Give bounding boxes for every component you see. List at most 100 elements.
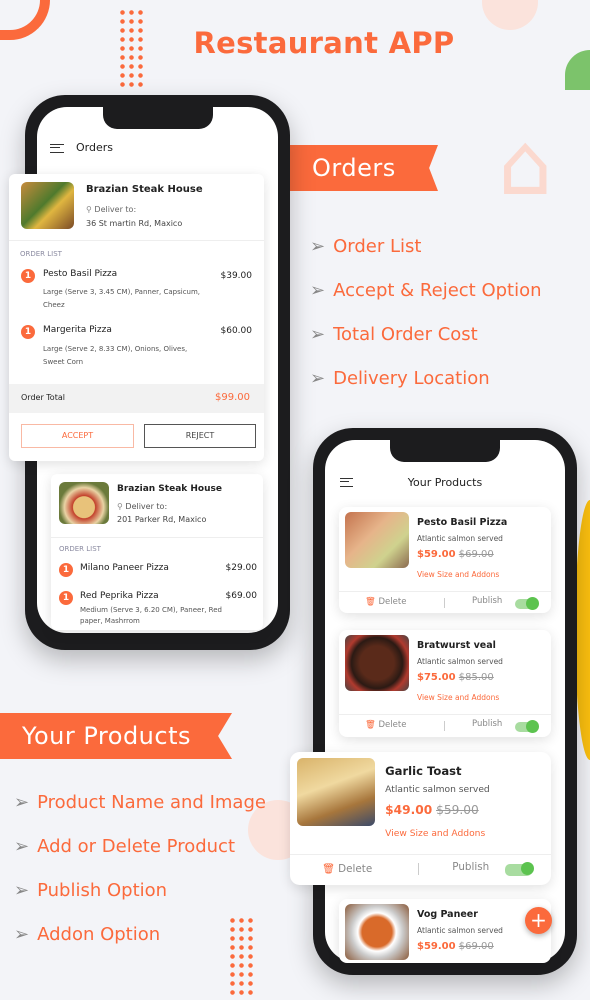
item-name: Milano Paneer Pizza bbox=[80, 563, 169, 573]
product-description: Atlantic salmon served bbox=[417, 534, 503, 543]
item-name: Pesto Basil Pizza bbox=[43, 269, 118, 279]
delivery-address: 201 Parker Rd, Maxico bbox=[117, 515, 207, 524]
product-old-price: $69.00 bbox=[458, 941, 494, 952]
product-name: Garlic Toast bbox=[385, 764, 462, 779]
product-description: Atlantic salmon served bbox=[385, 784, 490, 795]
delete-button[interactable]: 🗑 Delete bbox=[322, 862, 373, 875]
food-image bbox=[59, 482, 109, 524]
arrow-icon: ➢ bbox=[14, 835, 30, 857]
decor-yellow-semicircle bbox=[575, 500, 590, 760]
product-card[interactable]: Bratwurst veal Atlantic salmon served $7… bbox=[339, 630, 551, 737]
publish-label: Publish bbox=[472, 719, 503, 729]
price-row: $49.00 $59.00 bbox=[385, 803, 479, 817]
item-description: Large (Serve 3, 3.45 CM), Panner, Capsic… bbox=[43, 288, 201, 309]
order-total-row: Order Total $99.00 bbox=[9, 384, 264, 413]
order-total-value: $99.00 bbox=[215, 392, 250, 403]
plus-icon: + bbox=[530, 908, 547, 932]
publish-label: Publish bbox=[472, 596, 503, 606]
accept-button[interactable]: ACCEPT bbox=[21, 424, 134, 448]
products-ribbon: Your Products bbox=[0, 713, 232, 759]
product-price: $75.00 bbox=[417, 672, 456, 683]
restaurant-name: Brazian Steak House bbox=[86, 184, 203, 195]
product-price: $49.00 bbox=[385, 803, 433, 818]
publish-toggle[interactable] bbox=[515, 597, 539, 610]
quantity-badge: 1 bbox=[59, 563, 73, 577]
product-name: Vog Paneer bbox=[417, 909, 478, 920]
delivery-address: 36 St martin Rd, Maxico bbox=[86, 219, 183, 228]
trash-icon: 🗑 bbox=[365, 720, 376, 730]
view-addons-link[interactable]: View Size and Addons bbox=[417, 693, 499, 702]
feature-item: Delivery Location bbox=[333, 367, 490, 389]
arrow-icon: ➢ bbox=[310, 235, 326, 257]
page-title: Restaurant APP bbox=[193, 26, 455, 60]
product-old-price: $69.00 bbox=[458, 549, 494, 560]
order-total-label: Order Total bbox=[21, 393, 65, 402]
arrow-icon: ➢ bbox=[14, 791, 30, 813]
product-description: Atlantic salmon served bbox=[417, 926, 503, 935]
delete-button[interactable]: 🗑 Delete bbox=[365, 597, 406, 607]
order-card-expanded: Brazian Steak House ⚲ Deliver to: 36 St … bbox=[9, 174, 264, 461]
product-card[interactable]: Pesto Basil Pizza Atlantic salmon served… bbox=[339, 507, 551, 613]
feature-item: Order List bbox=[333, 235, 422, 257]
feature-item: Product Name and Image bbox=[37, 791, 266, 813]
price-row: $75.00 $85.00 bbox=[417, 672, 494, 683]
product-card[interactable]: Garlic Toast Atlantic salmon served $49.… bbox=[290, 752, 551, 885]
orders-ribbon: Orders bbox=[290, 145, 438, 191]
add-product-button[interactable]: + bbox=[525, 907, 552, 934]
product-price: $59.00 bbox=[417, 549, 456, 560]
product-image bbox=[345, 635, 409, 691]
feature-item: Publish Option bbox=[37, 879, 168, 901]
product-description: Atlantic salmon served bbox=[417, 657, 503, 666]
arrow-icon: ➢ bbox=[14, 923, 30, 945]
product-old-price: $85.00 bbox=[458, 672, 494, 683]
quantity-badge: 1 bbox=[21, 325, 35, 339]
orders-feature-list: ➢ Order List ➢ Accept & Reject Option ➢ Tot… bbox=[310, 224, 542, 400]
view-addons-link[interactable]: View Size and Addons bbox=[417, 570, 499, 579]
product-name: Bratwurst veal bbox=[417, 640, 496, 651]
order-list-label: ORDER LIST bbox=[59, 545, 101, 553]
item-price: $39.00 bbox=[220, 271, 253, 281]
publish-toggle[interactable] bbox=[515, 720, 539, 733]
products-feature-list: ➢ Product Name and Image ➢ Add or Delete P… bbox=[14, 780, 266, 956]
delete-button[interactable]: 🗑 Delete bbox=[365, 720, 406, 730]
product-name: Pesto Basil Pizza bbox=[417, 517, 508, 528]
quantity-badge: 1 bbox=[21, 269, 35, 283]
arrow-icon: ➢ bbox=[310, 279, 326, 301]
product-image bbox=[297, 758, 376, 827]
publish-label: Publish bbox=[452, 860, 490, 873]
restaurant-name: Brazian Steak House bbox=[117, 484, 222, 494]
product-price: $59.00 bbox=[417, 941, 456, 952]
product-image bbox=[345, 512, 409, 568]
price-row: $59.00 $69.00 bbox=[417, 549, 494, 560]
decor-house-icon: ⌂ bbox=[498, 115, 553, 215]
arrow-icon: ➢ bbox=[310, 323, 326, 345]
quantity-badge: 1 bbox=[59, 591, 73, 605]
item-price: $29.00 bbox=[225, 563, 258, 573]
menu-icon[interactable] bbox=[50, 144, 64, 153]
order-list-label: ORDER LIST bbox=[20, 250, 62, 258]
product-card[interactable]: Vog Paneer Atlantic salmon served $59.00… bbox=[339, 899, 551, 963]
view-addons-link[interactable]: View Size and Addons bbox=[385, 829, 485, 839]
reject-button[interactable]: REJECT bbox=[144, 424, 256, 448]
item-description: Medium (Serve 3, 6.20 CM), Paneer, Red p… bbox=[80, 606, 222, 625]
product-old-price: $59.00 bbox=[436, 803, 479, 818]
trash-icon: 🗑 bbox=[321, 862, 335, 875]
item-name: Red Peprika Pizza bbox=[80, 591, 159, 601]
feature-item: Total Order Cost bbox=[333, 323, 478, 345]
order-card[interactable]: Brazian Steak House ⚲ Deliver to: 201 Pa… bbox=[51, 474, 263, 630]
item-name: Margerita Pizza bbox=[43, 325, 112, 335]
price-row: $59.00 $69.00 bbox=[417, 941, 494, 952]
publish-toggle[interactable] bbox=[504, 862, 534, 877]
feature-item: Add or Delete Product bbox=[37, 835, 236, 857]
feature-item: Addon Option bbox=[37, 923, 161, 945]
feature-item: Accept & Reject Option bbox=[333, 279, 542, 301]
item-price: $60.00 bbox=[220, 326, 253, 336]
deliver-label: ⚲ Deliver to: bbox=[86, 205, 137, 214]
arrow-icon: ➢ bbox=[310, 367, 326, 389]
trash-icon: 🗑 bbox=[365, 597, 376, 607]
item-price: $69.00 bbox=[225, 591, 258, 601]
arrow-icon: ➢ bbox=[14, 879, 30, 901]
screen-title: Orders bbox=[76, 141, 113, 154]
item-description: Large (Serve 2, 8.33 CM), Onions, Olives… bbox=[43, 345, 188, 366]
screen-title: Your Products bbox=[407, 476, 483, 489]
